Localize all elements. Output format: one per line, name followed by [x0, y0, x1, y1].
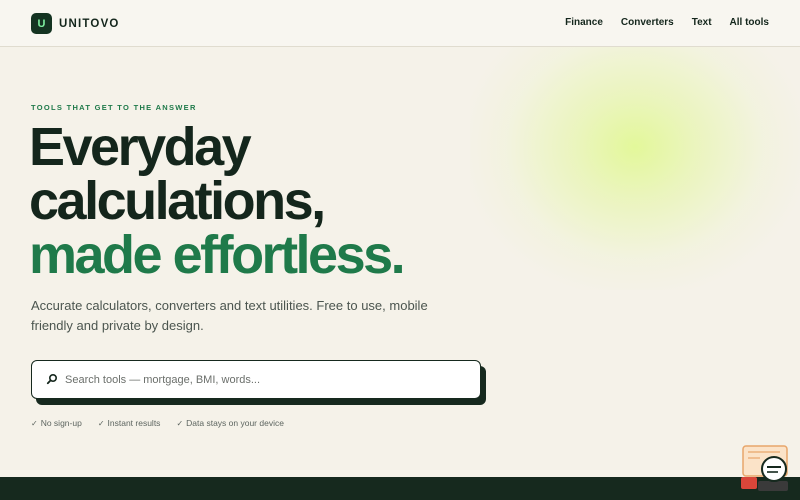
- floating-widget-icon[interactable]: [740, 443, 792, 493]
- perk-label: No sign-up: [40, 418, 82, 428]
- hero-title-line1: Everyday: [29, 117, 252, 177]
- nav-text[interactable]: Text: [692, 17, 712, 28]
- search-input[interactable]: [65, 369, 465, 391]
- search-box[interactable]: [31, 360, 481, 399]
- search-icon: [46, 373, 58, 385]
- nav-converters[interactable]: Converters: [621, 17, 674, 28]
- logo-mark: U: [31, 13, 52, 34]
- hero-title-line2: calculations,: [29, 171, 326, 231]
- footer-band: [0, 477, 800, 500]
- main-nav: Finance Converters Text All tools: [565, 17, 769, 28]
- hero-title: Everyday calculations, made effortless.: [29, 120, 549, 282]
- perks-list: ✓ No sign-up ✓ Instant results ✓ Data st…: [31, 418, 284, 428]
- check-icon: ✓: [176, 418, 184, 428]
- site-header: U UNITOVO Finance Converters Text All to…: [0, 0, 800, 47]
- hero-eyebrow: TOOLS THAT GET TO THE ANSWER: [31, 103, 197, 112]
- perk-label: Data stays on your device: [186, 418, 284, 428]
- perk-label: Instant results: [107, 418, 161, 428]
- nav-finance[interactable]: Finance: [565, 17, 603, 28]
- perk-item: ✓ No sign-up: [31, 418, 82, 428]
- nav-all-tools[interactable]: All tools: [730, 17, 769, 28]
- hero-lead: Accurate calculators, converters and tex…: [31, 298, 428, 333]
- hero-title-line3: made effortless.: [29, 225, 406, 285]
- perk-item: ✓ Data stays on your device: [176, 418, 284, 428]
- check-icon: ✓: [31, 418, 38, 428]
- logo[interactable]: U UNITOVO: [31, 13, 120, 34]
- logo-text: UNITOVO: [59, 17, 120, 30]
- check-icon: ✓: [97, 418, 105, 428]
- perk-item: ✓ Instant results: [98, 418, 161, 428]
